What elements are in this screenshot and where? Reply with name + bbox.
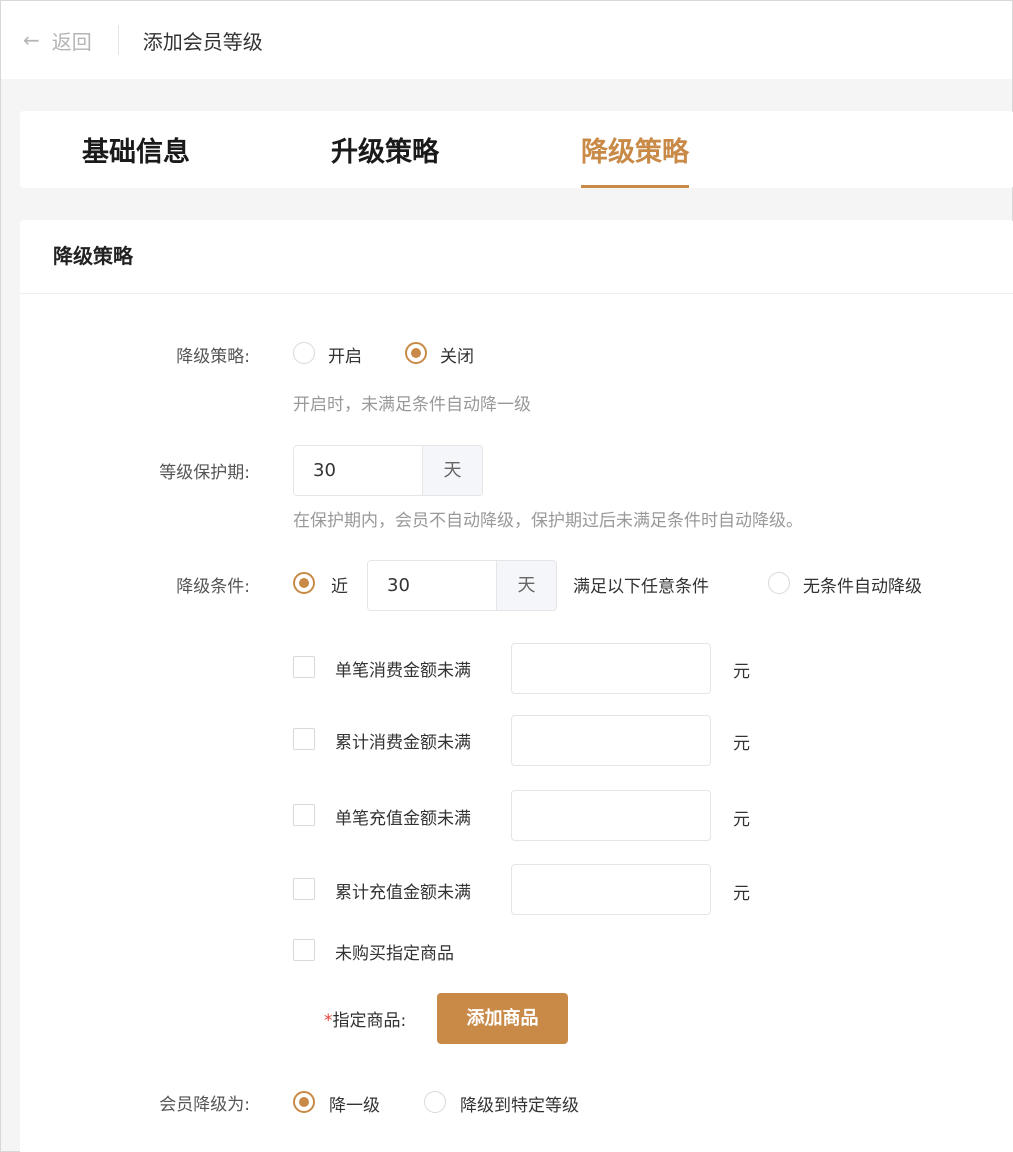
required-mark: * (324, 1011, 333, 1031)
single-recharge-unit: 元 (733, 810, 750, 830)
total-consume-label: 累计消费金额未满 (335, 733, 471, 753)
radio-no-condition[interactable] (768, 572, 790, 594)
strategy-off-label: 关闭 (440, 347, 474, 367)
back-button[interactable]: ← 返回 (23, 26, 92, 55)
add-product-button[interactable]: 添加商品 (437, 993, 568, 1044)
product-label-text: 指定商品: (332, 1011, 407, 1031)
single-consume-unit: 元 (733, 662, 750, 682)
radio-downgrade-specific[interactable] (424, 1091, 446, 1113)
page-title: 添加会员等级 (142, 29, 263, 54)
total-recharge-input[interactable] (511, 864, 711, 915)
checkbox-no-product[interactable] (293, 939, 315, 961)
condition-near-label: 近 (331, 577, 348, 597)
radio-condition-near[interactable] (293, 572, 315, 594)
back-label: 返回 (51, 29, 92, 54)
top-bar: ← 返回 添加会员等级 (1, 1, 1012, 79)
tab-upgrade-strategy[interactable]: 升级策略 (331, 111, 439, 188)
no-condition-label: 无条件自动降级 (803, 577, 922, 597)
protection-label: 等级保护期: (159, 463, 250, 483)
checkbox-single-consume[interactable] (293, 656, 315, 678)
tab-basic-info[interactable]: 基础信息 (82, 111, 190, 188)
checkbox-single-recharge[interactable] (293, 804, 315, 826)
protection-period-input[interactable]: 30 天 (293, 445, 483, 496)
downgrade-specific-label: 降级到特定等级 (460, 1096, 579, 1116)
radio-strategy-on[interactable] (293, 342, 315, 364)
single-recharge-input[interactable] (511, 790, 711, 841)
total-recharge-label: 累计充值金额未满 (335, 883, 471, 903)
condition-days-input[interactable]: 30 天 (367, 560, 557, 611)
product-label: *指定商品: (324, 1006, 406, 1031)
tab-bar: 基础信息 升级策略 降级策略 (20, 111, 1013, 188)
checkbox-total-recharge[interactable] (293, 878, 315, 900)
protection-unit: 天 (422, 446, 482, 495)
downgrade-to-label: 会员降级为: (159, 1095, 250, 1115)
condition-days-value[interactable]: 30 (368, 561, 496, 610)
downgrade-card: 降级策略 降级策略: 开启 关闭 开启时，未满足条件自动降一级 等级保护期: 3… (20, 220, 1013, 1152)
strategy-label: 降级策略: (176, 347, 250, 367)
arrow-left-icon: ← (23, 28, 40, 52)
condition-label: 降级条件: (176, 577, 250, 597)
single-consume-label: 单笔消费金额未满 (335, 661, 471, 681)
no-product-label: 未购买指定商品 (335, 944, 454, 964)
total-consume-input[interactable] (511, 715, 711, 766)
condition-days-unit: 天 (496, 561, 556, 610)
strategy-on-label: 开启 (328, 347, 362, 367)
single-recharge-label: 单笔充值金额未满 (335, 809, 471, 829)
protection-hint: 在保护期内，会员不自动降级，保护期过后未满足条件时自动降级。 (293, 511, 803, 531)
strategy-hint: 开启时，未满足条件自动降一级 (293, 395, 531, 415)
total-consume-unit: 元 (733, 734, 750, 754)
tab-downgrade-strategy[interactable]: 降级策略 (581, 111, 689, 188)
downgrade-one-label: 降一级 (329, 1096, 380, 1116)
radio-strategy-off[interactable] (405, 342, 427, 364)
checkbox-total-consume[interactable] (293, 728, 315, 750)
section-title: 降级策略 (20, 220, 1013, 294)
divider (117, 25, 119, 55)
radio-downgrade-one[interactable] (293, 1091, 315, 1113)
total-recharge-unit: 元 (733, 884, 750, 904)
protection-value[interactable]: 30 (294, 446, 422, 495)
single-consume-input[interactable] (511, 643, 711, 694)
condition-satisfy-text: 满足以下任意条件 (573, 577, 709, 597)
